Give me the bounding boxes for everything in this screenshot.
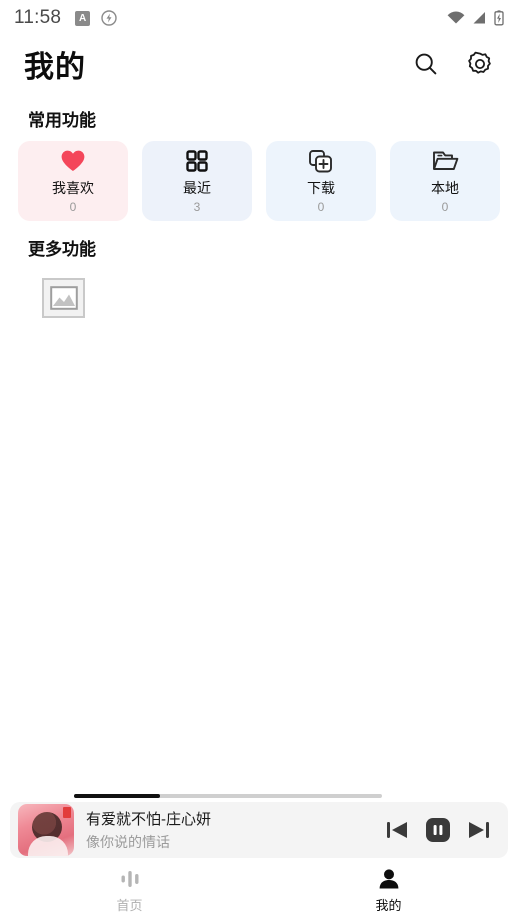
nav-item-home[interactable]: 首页 [0, 858, 259, 922]
card-count: 0 [317, 200, 325, 214]
folder-icon [432, 148, 459, 174]
playback-progress-fill [74, 794, 161, 798]
section-title-more: 更多功能 [28, 240, 96, 259]
common-function-cards: 我喜欢 0 最近 3 下载 0 本地 0 [0, 141, 518, 221]
grid-icon [185, 148, 209, 174]
player-controls [374, 816, 500, 844]
download-plus-icon [308, 148, 334, 174]
nav-item-mine[interactable]: 我的 [259, 858, 518, 922]
card-label: 本地 [431, 180, 459, 196]
bottom-navigation: 首页 我的 [0, 858, 518, 922]
gear-icon[interactable] [466, 50, 494, 78]
search-icon[interactable] [412, 50, 440, 78]
wifi-icon [447, 11, 465, 24]
cellular-signal-icon [473, 12, 485, 24]
pause-icon[interactable] [424, 816, 452, 844]
battery-charging-icon [494, 10, 504, 26]
card-local[interactable]: 本地 0 [390, 141, 500, 221]
section-title-common: 常用功能 [28, 111, 96, 130]
album-art-thumbnail[interactable] [18, 804, 74, 856]
track-info[interactable]: 有爱就不怕-庄心妍 像你说的情话 [74, 794, 382, 852]
card-recent[interactable]: 最近 3 [142, 141, 252, 221]
mini-player[interactable]: 有爱就不怕-庄心妍 像你说的情话 [10, 794, 508, 858]
album-badge-icon [63, 807, 71, 818]
page-header: 我的 [0, 36, 518, 92]
image-placeholder-icon [49, 286, 78, 310]
page-title: 我的 [24, 51, 86, 84]
nav-label: 首页 [116, 897, 143, 913]
skip-previous-icon[interactable] [384, 817, 410, 843]
card-count: 0 [441, 200, 449, 214]
audio-bars-icon [121, 870, 138, 887]
app-badge-icon: A [75, 10, 91, 26]
skip-next-icon[interactable] [466, 817, 492, 843]
status-bar-left-icons: A [75, 10, 117, 26]
more-function-list [0, 270, 518, 318]
nav-label: 我的 [375, 897, 402, 913]
playback-progress-bar[interactable] [74, 794, 382, 798]
header-actions [412, 50, 494, 78]
flash-circle-icon [101, 10, 117, 26]
card-count: 3 [193, 200, 201, 214]
card-label: 下载 [307, 180, 335, 196]
broken-image-placeholder[interactable] [42, 278, 85, 318]
card-count: 0 [69, 200, 77, 214]
track-subtitle: 像你说的情话 [86, 834, 170, 850]
person-icon [379, 868, 398, 888]
status-bar-right-icons [447, 10, 504, 26]
card-label: 最近 [183, 180, 211, 196]
card-label: 我喜欢 [52, 180, 94, 196]
track-title: 有爱就不怕-庄心妍 [86, 811, 211, 828]
status-bar-time: 11:58 [14, 7, 62, 28]
card-download[interactable]: 下载 0 [266, 141, 376, 221]
heart-icon [60, 148, 86, 174]
card-favorites[interactable]: 我喜欢 0 [18, 141, 128, 221]
status-bar: 11:58 A [0, 0, 518, 36]
